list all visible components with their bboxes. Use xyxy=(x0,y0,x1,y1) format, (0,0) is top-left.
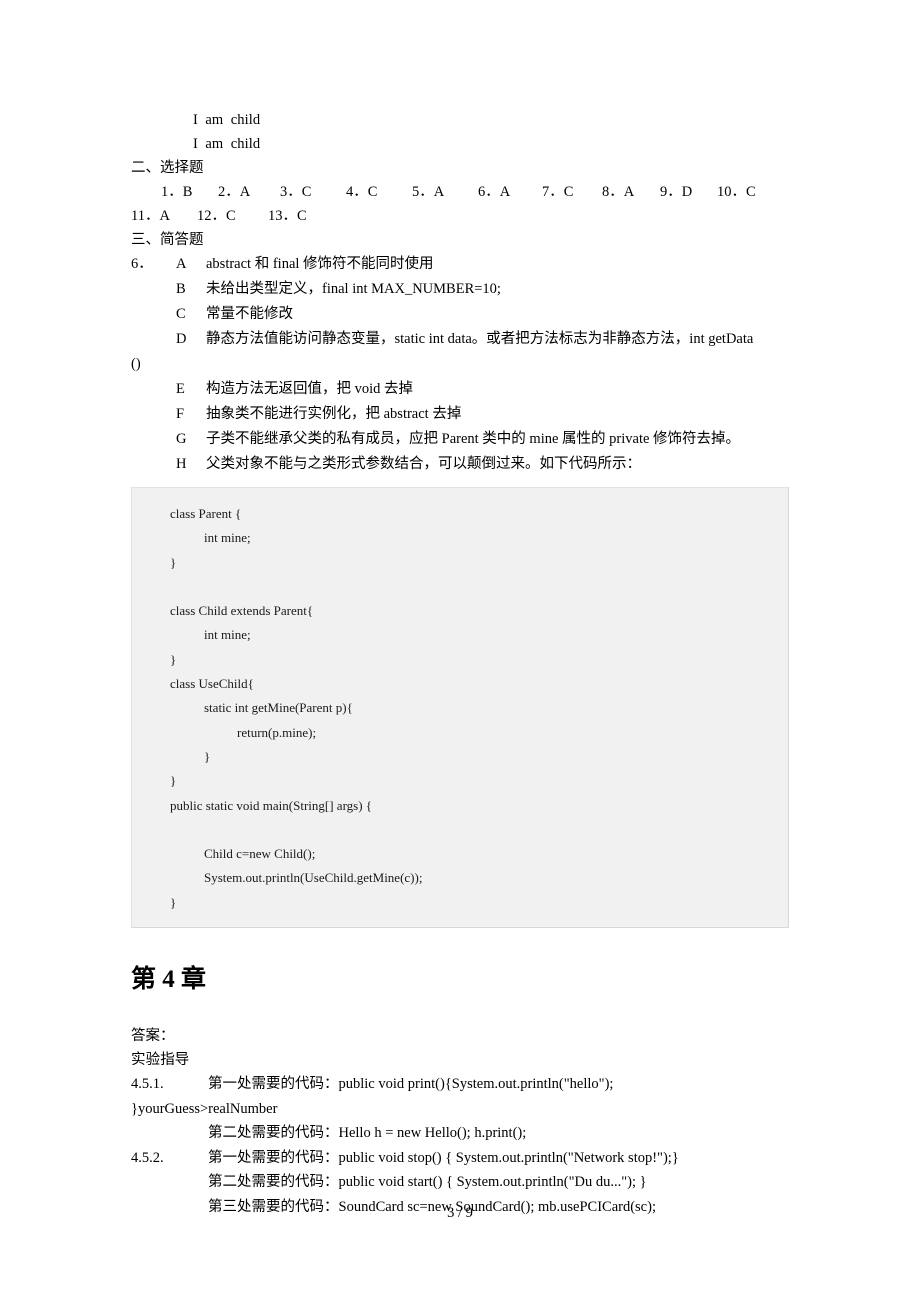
choice-answer: 8．A xyxy=(602,184,635,200)
answer-text: abstract 和 final 修饰符不能同时使用 xyxy=(206,256,434,272)
answer-letter: G xyxy=(176,431,187,447)
code-line: class Parent { xyxy=(170,506,242,521)
question-number-spacer xyxy=(131,277,176,302)
choice-answers-row-1: 1．B 2．A 3．C 4．C 5．A 6．A 7．C 8．A 9．D 10．C xyxy=(131,180,791,204)
exercise-row: 4.5.1. 第一处需要的代码：public void print(){Syst… xyxy=(131,1072,791,1097)
choice-answer: 7．C xyxy=(542,184,574,200)
exercise-row: 4.5.2. 第一处需要的代码：public void stop() { Sys… xyxy=(131,1146,791,1171)
section-heading-three: 三、简答题 xyxy=(131,232,204,248)
exercise-row: 第二处需要的代码：Hello h = new Hello(); h.print(… xyxy=(131,1121,791,1146)
exercise-row: 第二处需要的代码：public void start() { System.ou… xyxy=(131,1170,791,1195)
answer-letter: A xyxy=(176,256,187,272)
answer-text: 抽象类不能进行实例化，把 abstract 去掉 xyxy=(206,406,462,422)
exercise-number-spacer xyxy=(131,1170,208,1195)
code-line: } xyxy=(170,894,177,910)
choice-answer: 11．A xyxy=(131,208,170,224)
section-heading-two: 二、选择题 xyxy=(131,160,204,176)
code-line: } xyxy=(170,651,177,667)
answer-item-c: C 常量不能修改 xyxy=(131,302,791,327)
exercise-text: 第一处需要的代码：public void print(){System.out.… xyxy=(208,1076,614,1093)
answer-item-g: G 子类不能继承父类的私有成员，应把 Parent 类中的 mine 属性的 p… xyxy=(131,427,791,452)
question-number-spacer xyxy=(131,452,176,477)
document-page: I am child I am child 二、选择题 1．B 2．A 3．C 4．C… xyxy=(0,0,920,1302)
question-number-spacer xyxy=(131,377,176,402)
choice-answer: 5．A xyxy=(412,184,445,200)
answer-text: 静态方法值能访问静态变量，static int data。或者把方法标志为非静态… xyxy=(206,331,754,347)
exercise-text: 第二处需要的代码：public void start() { System.ou… xyxy=(208,1174,647,1191)
question-number: 6． xyxy=(131,256,153,272)
choice-answer: 6．A xyxy=(478,184,511,200)
answer-label: 答案： xyxy=(131,1028,175,1045)
choice-answer: 4．C xyxy=(346,184,378,200)
code-line: public static void main(String[] args) { xyxy=(170,797,373,813)
code-line: System.out.println(UseChild.getMine(c)); xyxy=(204,870,423,886)
code-line: int mine; xyxy=(204,627,251,643)
output-line: I am child xyxy=(193,136,261,152)
choice-answer: 9．D xyxy=(660,184,693,200)
answer-text: 父类对象不能与之类形式参数结合，可以颠倒过来。如下代码所示： xyxy=(206,456,641,472)
page-content: I am child I am child 二、选择题 1．B 2．A 3．C 4．C… xyxy=(131,108,791,1219)
output-line: I am child xyxy=(193,112,261,128)
answer-item-b: B 未给出类型定义，final int MAX_NUMBER=10; xyxy=(131,277,791,302)
answer-letter: F xyxy=(176,406,185,422)
choice-answer: 13．C xyxy=(268,208,307,224)
exercise-number: 4.5.1. xyxy=(131,1076,164,1093)
question-number-spacer xyxy=(131,327,176,352)
exercise-text: 第二处需要的代码：Hello h = new Hello(); h.print(… xyxy=(208,1125,527,1142)
choice-answers: 1．B 2．A 3．C 4．C 5．A 6．A 7．C 8．A 9．D 10．C 11．A 12．C… xyxy=(131,180,791,228)
chapter-title: 第 4 章 xyxy=(131,966,207,994)
code-line: } xyxy=(170,554,177,570)
code-line: } xyxy=(204,748,211,764)
code-line: class Child extends Parent{ xyxy=(170,603,314,619)
exercise-number: 4.5.2. xyxy=(131,1149,164,1166)
choice-answer: 1．B xyxy=(161,184,193,200)
question-number-spacer xyxy=(131,302,176,327)
choice-answer: 10．C xyxy=(717,184,756,200)
answer-item-d: D 静态方法值能访问静态变量，static int data。或者把方法标志为非… xyxy=(131,327,791,352)
code-block: class Parent { int mine; } class Child e… xyxy=(131,487,789,929)
answer-text: 未给出类型定义，final int MAX_NUMBER=10; xyxy=(206,281,501,297)
answer-letter: D xyxy=(176,331,187,347)
choice-answer: 3．C xyxy=(280,184,312,200)
question-number-spacer xyxy=(131,402,176,427)
answer-letter: H xyxy=(176,456,187,472)
choice-answers-row-2: 11．A 12．C 13．C xyxy=(131,204,791,228)
answer-text: 常量不能修改 xyxy=(206,306,293,322)
choice-answer: 2．A xyxy=(218,184,251,200)
exercise-text: 第一处需要的代码：public void stop() { System.out… xyxy=(208,1149,679,1166)
answer-item-a: 6． A abstract 和 final 修饰符不能同时使用 xyxy=(131,252,791,277)
answer-item-f: F 抽象类不能进行实例化，把 abstract 去掉 xyxy=(131,402,791,427)
answer-letter: B xyxy=(176,281,186,297)
answer-letter: E xyxy=(176,381,185,397)
code-line: return(p.mine); xyxy=(237,724,317,740)
answer-text-overflow: () xyxy=(131,356,141,372)
exercise-text-overflow: }yourGuess>realNumber xyxy=(131,1100,278,1117)
answer-text: 构造方法无返回值，把 void 去掉 xyxy=(206,381,414,397)
code-line: int mine; xyxy=(204,530,251,546)
answer-text: 子类不能继承父类的私有成员，应把 Parent 类中的 mine 属性的 pri… xyxy=(206,431,741,447)
question-number-spacer xyxy=(131,427,176,452)
code-line: static int getMine(Parent p){ xyxy=(204,700,353,716)
code-line: } xyxy=(170,773,177,789)
answer-letter: C xyxy=(176,306,186,322)
exercise-number-spacer xyxy=(131,1121,208,1146)
choice-answer: 12．C xyxy=(197,208,236,224)
code-line: class UseChild{ xyxy=(170,676,254,692)
code-line: Child c=new Child(); xyxy=(204,846,316,862)
guide-label: 实验指导 xyxy=(131,1052,190,1069)
answer-item-e: E 构造方法无返回值，把 void 去掉 xyxy=(131,377,791,402)
page-number: 3 / 9 xyxy=(447,1205,473,1221)
answer-item-h: H 父类对象不能与之类形式参数结合，可以颠倒过来。如下代码所示： xyxy=(131,452,791,477)
